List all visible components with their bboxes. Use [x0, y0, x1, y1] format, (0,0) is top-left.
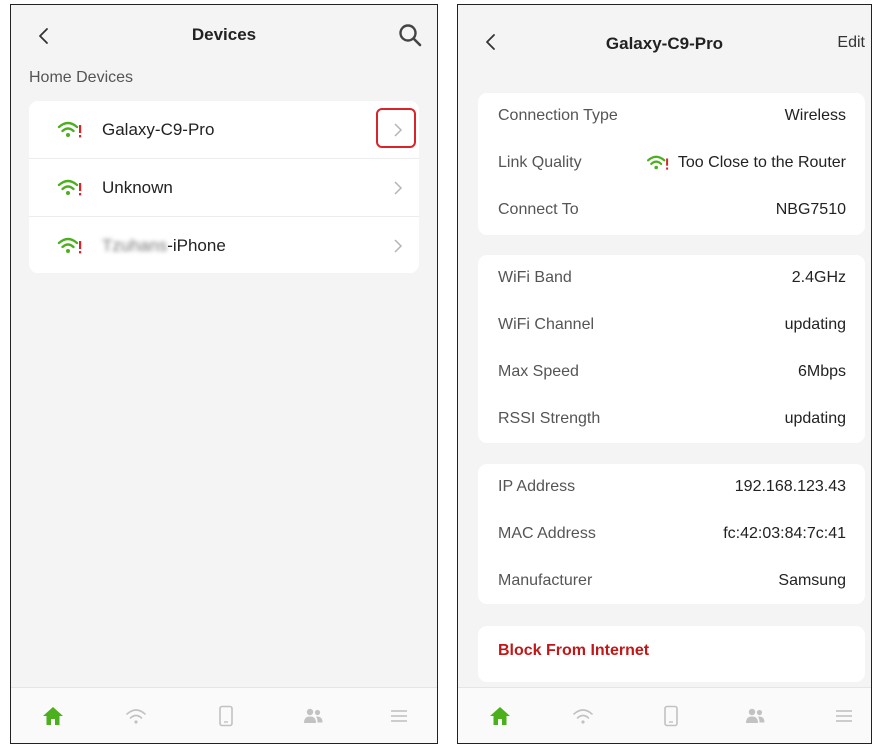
info-value: 2.4GHz: [791, 269, 846, 286]
phone-device-icon[interactable]: [214, 704, 238, 728]
top-bar: Devices: [11, 5, 437, 67]
phone-device-icon[interactable]: [659, 704, 683, 728]
info-value: updating: [784, 410, 846, 427]
mac-address-row: MAC Address fc:42:03:84:7c:41: [478, 511, 865, 558]
info-label: MAC Address: [498, 525, 596, 542]
users-icon[interactable]: [301, 704, 325, 728]
connection-info-card: Connection Type Wireless Link Quality To…: [478, 93, 865, 235]
device-row-galaxy-c9-pro[interactable]: Galaxy-C9-Pro: [29, 101, 419, 158]
edit-button[interactable]: Edit: [837, 34, 865, 52]
device-detail-screen: Galaxy-C9-Pro Edit Connection Type Wirel…: [457, 4, 872, 744]
home-icon[interactable]: [41, 704, 65, 728]
info-value: 192.168.123.43: [734, 478, 846, 495]
wifi-icon[interactable]: [124, 704, 148, 728]
device-row-unknown[interactable]: Unknown: [29, 159, 419, 216]
info-value: fc:42:03:84:7c:41: [723, 525, 846, 542]
info-value: 6Mbps: [797, 363, 846, 380]
link-quality-value: Too Close to the Router: [645, 154, 846, 172]
info-label: Max Speed: [498, 363, 579, 380]
info-value: Too Close to the Router: [677, 154, 846, 171]
chevron-right-icon[interactable]: [393, 122, 403, 138]
device-name: Galaxy-C9-Pro: [102, 120, 215, 139]
info-label: Manufacturer: [498, 572, 593, 589]
section-heading-home-devices: Home Devices: [29, 69, 134, 86]
wifi-warning-icon: [57, 179, 82, 196]
device-name-suffix: -iPhone: [167, 236, 226, 255]
devices-screen: Devices Home Devices Galaxy-C9-Pro Unkno…: [10, 4, 438, 744]
blurred-name-part: Tzuhans: [102, 236, 168, 255]
home-icon[interactable]: [488, 704, 512, 728]
info-label: WiFi Channel: [498, 316, 595, 333]
manufacturer-row: Manufacturer Samsung: [478, 558, 865, 605]
network-info-card: IP Address 192.168.123.43 MAC Address fc…: [478, 464, 865, 604]
info-label: WiFi Band: [498, 269, 572, 286]
chevron-right-icon[interactable]: [393, 238, 403, 254]
wifi-band-row: WiFi Band 2.4GHz: [478, 255, 865, 302]
info-value: NBG7510: [775, 201, 846, 218]
page-title: Devices: [191, 25, 257, 44]
info-value: Samsung: [778, 572, 846, 589]
menu-icon[interactable]: [832, 704, 856, 728]
max-speed-row: Max Speed 6Mbps: [478, 349, 865, 396]
info-value: updating: [784, 316, 846, 333]
chevron-right-icon[interactable]: [393, 180, 403, 196]
bottom-nav: [458, 687, 871, 743]
info-label: Connect To: [498, 201, 579, 218]
search-icon[interactable]: [397, 22, 423, 48]
device-list: Galaxy-C9-Pro Unknown Tzuhans-iPhone: [29, 101, 419, 273]
wifi-info-card: WiFi Band 2.4GHz WiFi Channel updating M…: [478, 255, 865, 443]
info-value: Wireless: [784, 107, 846, 124]
connection-type-row: Connection Type Wireless: [478, 93, 865, 140]
connect-to-row: Connect To NBG7510: [478, 187, 865, 234]
rssi-strength-row: RSSI Strength updating: [478, 396, 865, 443]
device-name: Tzuhans-iPhone: [102, 236, 226, 256]
info-label: Connection Type: [498, 107, 618, 124]
wifi-channel-row: WiFi Channel updating: [478, 302, 865, 349]
users-icon[interactable]: [743, 704, 767, 728]
wifi-warning-icon: [646, 155, 668, 170]
device-row-iphone[interactable]: Tzuhans-iPhone: [29, 217, 419, 274]
ip-address-row: IP Address 192.168.123.43: [478, 464, 865, 511]
info-label: RSSI Strength: [498, 410, 601, 427]
bottom-nav: [11, 687, 437, 743]
device-name: Unknown: [102, 178, 173, 197]
block-from-internet-button[interactable]: Block From Internet: [498, 642, 649, 660]
wifi-icon[interactable]: [571, 704, 595, 728]
page-title: Galaxy-C9-Pro: [605, 34, 724, 53]
info-label: Link Quality: [498, 154, 582, 171]
wifi-warning-icon: [57, 121, 82, 138]
wifi-warning-icon: [57, 237, 82, 254]
block-internet-card[interactable]: Block From Internet: [478, 626, 865, 682]
info-label: IP Address: [498, 478, 576, 495]
top-bar: Galaxy-C9-Pro Edit: [458, 5, 871, 67]
link-quality-row: Link Quality Too Close to the Router: [478, 140, 865, 187]
menu-icon[interactable]: [387, 704, 411, 728]
